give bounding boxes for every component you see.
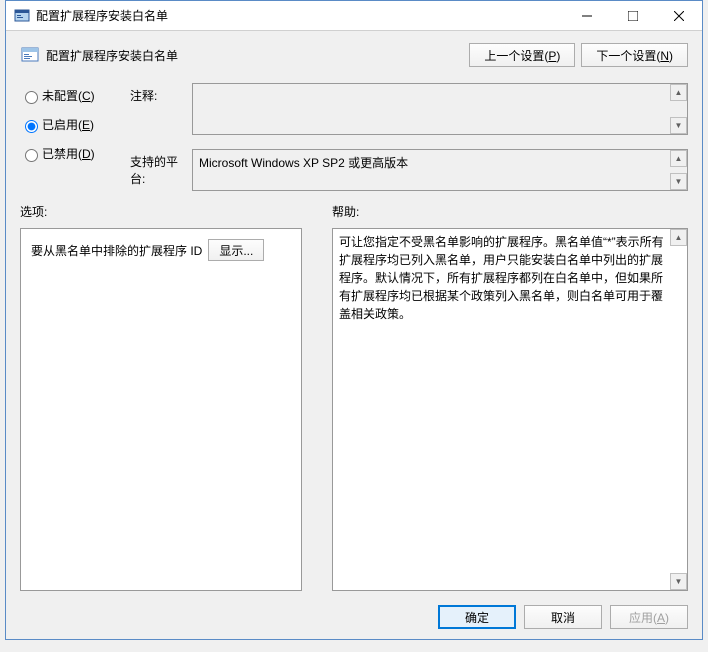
content-area: 配置扩展程序安装白名单 上一个设置(P) 下一个设置(N) 未配置(C) 已启用… [6,31,702,639]
comment-box[interactable]: ▲ ▼ [192,83,688,135]
help-column: 帮助: 可让您指定不受黑名单影响的扩展程序。黑名单值“*”表示所有扩展程序均已列… [332,203,688,591]
show-button[interactable]: 显示... [208,239,264,261]
lower-section: 选项: 要从黑名单中排除的扩展程序 ID 显示... 帮助: 可让您指定不受黑名… [20,203,688,591]
radio-enabled[interactable]: 已启用(E) [20,116,130,133]
dialog-window: 配置扩展程序安装白名单 配置扩 [5,0,703,640]
scroll-up-icon[interactable]: ▲ [670,84,687,101]
comment-label: 注释: [130,83,192,104]
policy-icon [20,45,40,65]
platform-value: Microsoft Windows XP SP2 或更高版本 [199,156,408,170]
radio-enabled-label: 已启用(E) [42,116,94,133]
radio-disabled-label: 已禁用(D) [42,145,95,162]
help-box: 可让您指定不受黑名单影响的扩展程序。黑名单值“*”表示所有扩展程序均已列入黑名单… [332,228,688,591]
radio-disabled-input[interactable] [25,149,38,162]
page-title: 配置扩展程序安装白名单 [46,47,469,64]
help-label: 帮助: [332,203,688,220]
options-box: 要从黑名单中排除的扩展程序 ID 显示... [20,228,302,591]
platform-row: 支持的平台: Microsoft Windows XP SP2 或更高版本 ▲ … [130,149,688,191]
footer: 确定 取消 应用(A) [20,595,688,633]
close-button[interactable] [656,1,702,30]
prev-setting-button[interactable]: 上一个设置(P) [469,43,575,67]
scroll-down-icon[interactable]: ▼ [670,573,687,590]
extension-whitelist-row: 要从黑名单中排除的扩展程序 ID 显示... [31,239,291,261]
scroll-up-icon[interactable]: ▲ [670,150,687,167]
window-title: 配置扩展程序安装白名单 [36,7,564,24]
state-radio-group: 未配置(C) 已启用(E) 已禁用(D) [20,83,130,191]
nav-buttons: 上一个设置(P) 下一个设置(N) [469,43,688,67]
help-text: 可让您指定不受黑名单影响的扩展程序。黑名单值“*”表示所有扩展程序均已列入黑名单… [339,233,681,323]
titlebar: 配置扩展程序安装白名单 [6,1,702,31]
radio-not-configured-input[interactable] [25,91,38,104]
titlebar-controls [564,1,702,30]
maximize-button[interactable] [610,1,656,30]
app-icon [14,8,30,24]
ok-button[interactable]: 确定 [438,605,516,629]
config-section: 未配置(C) 已启用(E) 已禁用(D) 注释: ▲ ▼ [20,83,688,191]
apply-button[interactable]: 应用(A) [610,605,688,629]
radio-enabled-input[interactable] [25,120,38,133]
config-fields: 注释: ▲ ▼ 支持的平台: Microsoft Windows XP SP2 … [130,83,688,191]
scroll-up-icon[interactable]: ▲ [670,229,687,246]
header-row: 配置扩展程序安装白名单 上一个设置(P) 下一个设置(N) [20,41,688,69]
scroll-down-icon[interactable]: ▼ [670,117,687,134]
platform-label: 支持的平台: [130,149,192,187]
cancel-button[interactable]: 取消 [524,605,602,629]
next-setting-button[interactable]: 下一个设置(N) [581,43,688,67]
radio-disabled[interactable]: 已禁用(D) [20,145,130,162]
scroll-down-icon[interactable]: ▼ [670,173,687,190]
radio-not-configured[interactable]: 未配置(C) [20,87,130,104]
radio-not-configured-label: 未配置(C) [42,87,95,104]
minimize-button[interactable] [564,1,610,30]
extension-whitelist-label: 要从黑名单中排除的扩展程序 ID [31,242,202,259]
platform-box: Microsoft Windows XP SP2 或更高版本 ▲ ▼ [192,149,688,191]
options-label: 选项: [20,203,302,220]
comment-row: 注释: ▲ ▼ [130,83,688,135]
options-column: 选项: 要从黑名单中排除的扩展程序 ID 显示... [20,203,302,591]
